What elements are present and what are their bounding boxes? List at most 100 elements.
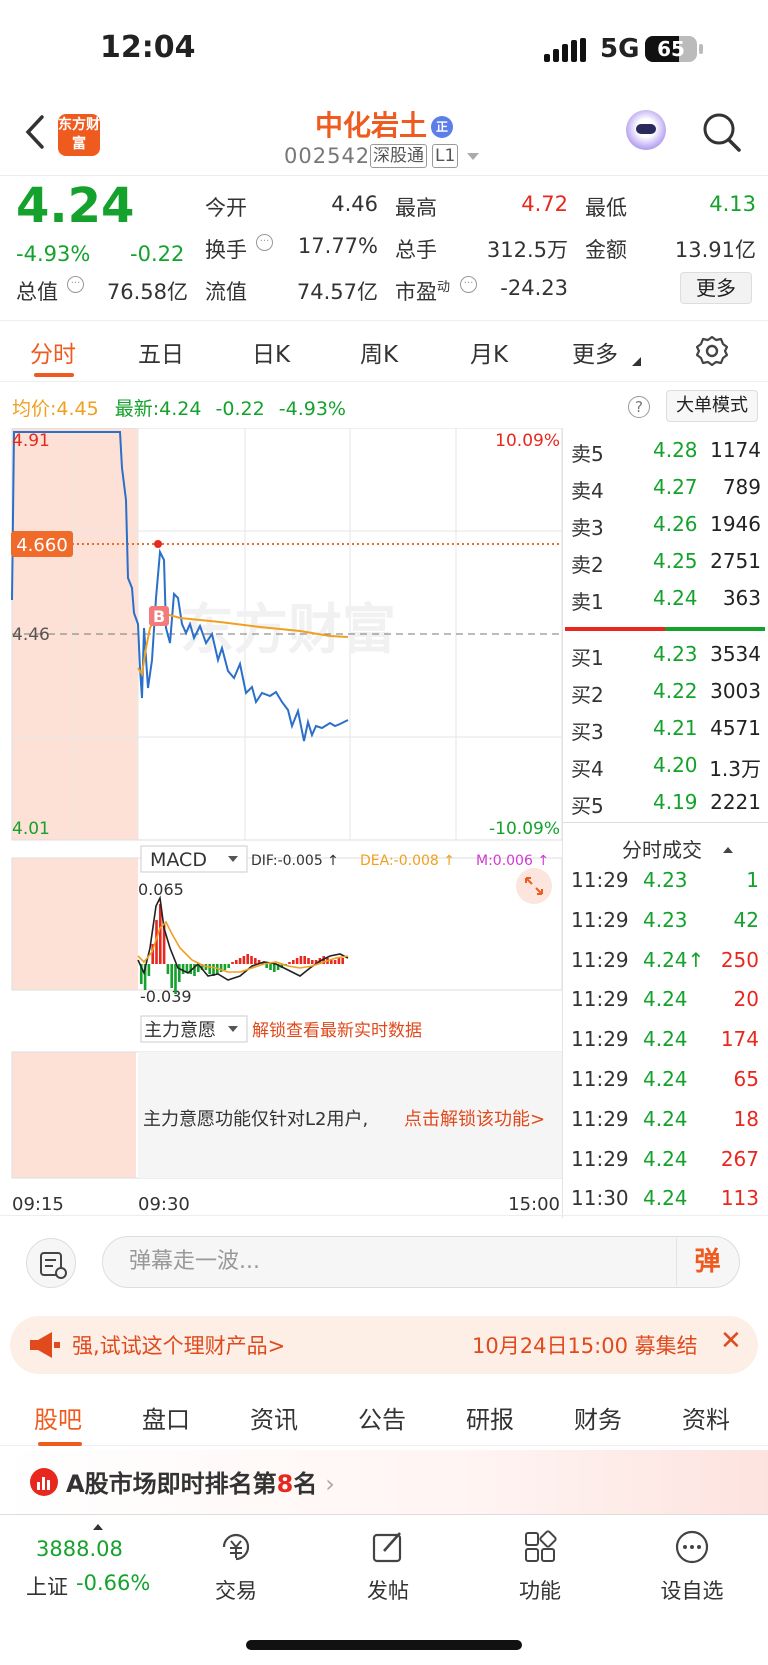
low-value: 4.13 <box>709 192 756 216</box>
danmu-send-button[interactable]: 弹 <box>676 1238 738 1286</box>
promo-banner[interactable]: 强,试试这个理财产品> 10月24日15:00 募集结 ✕ <box>10 1316 758 1374</box>
tab-more[interactable]: 更多 <box>572 335 618 369</box>
macd-bar <box>292 960 295 964</box>
trade-time: 11:29 <box>571 1067 629 1091</box>
macd-bar <box>235 960 238 964</box>
macd-bar <box>299 956 303 964</box>
tab-research[interactable]: 研报 <box>466 1400 514 1435</box>
ask-row: 卖2 4.25 2751 <box>563 549 763 579</box>
info-icon[interactable]: ··· <box>67 276 84 293</box>
tag-level: L1 <box>432 144 459 168</box>
close-icon[interactable]: ✕ <box>720 1326 742 1356</box>
trade-volume: 65 <box>733 1067 759 1091</box>
battery-level: 65 <box>657 37 685 61</box>
trade-volume: 18 <box>733 1106 759 1131</box>
bid-level: 买1 <box>571 646 604 670</box>
macd-bot-label: -0.039 <box>140 987 192 1006</box>
trade-time: 11:29 <box>571 868 629 892</box>
robot-assistant-icon[interactable] <box>626 110 666 150</box>
danmu-input[interactable]: 弹幕走一波... <box>102 1236 740 1288</box>
dropdown-icon[interactable] <box>466 152 480 162</box>
tab-intraday[interactable]: 分时 <box>30 335 76 369</box>
tab-pankou[interactable]: 盘口 <box>142 1400 190 1435</box>
search-icon[interactable] <box>702 112 742 154</box>
nav-add-watchlist-label: 设自选 <box>660 1579 724 1603</box>
more-dots-icon <box>675 1530 709 1564</box>
zl-unlock-text[interactable]: 解锁查看最新实时数据 <box>252 1021 422 1041</box>
trade-price: 4.24↑ <box>643 947 705 972</box>
tab-daily[interactable]: 日K <box>252 335 290 369</box>
macd-bar <box>265 964 268 968</box>
trade-row: 11:29 4.23 42 <box>563 908 763 938</box>
trade-time: 11:29 <box>571 1146 629 1171</box>
tab-announcements[interactable]: 公告 <box>358 1400 406 1435</box>
ask-price: 4.27 <box>653 475 698 499</box>
danmu-settings-icon[interactable] <box>26 1238 76 1288</box>
open-label: 今开 <box>205 196 247 220</box>
trade-price: 4.23 <box>643 907 688 932</box>
pct-top-label: 10.09% <box>495 431 560 451</box>
promo-text[interactable]: 强,试试这个理财产品> <box>72 1330 285 1360</box>
pe-label: 市盈动 <box>395 276 450 306</box>
settings-gear-icon[interactable] <box>696 335 728 367</box>
macd-bar <box>337 958 341 964</box>
ask-row: 卖5 4.28 1174 <box>563 438 763 468</box>
more-button[interactable]: 更多 <box>680 272 752 304</box>
trades-collapse-icon[interactable] <box>722 846 734 854</box>
zl-unlock-link[interactable]: 点击解锁该功能> <box>404 1109 545 1130</box>
rank-text: A股市场即时排名第8名 › <box>66 1464 335 1499</box>
high-label: 最高 <box>395 196 437 220</box>
macd-bar <box>288 962 291 964</box>
tab-profile[interactable]: 资料 <box>682 1400 730 1435</box>
macd-bar <box>170 964 173 988</box>
macd-label: MACD <box>150 849 207 871</box>
ask-price: 4.28 <box>653 438 698 462</box>
trades-title[interactable]: 分时成交 <box>622 834 702 863</box>
bid-row: 买2 4.22 3003 <box>563 679 763 709</box>
tab-weekly[interactable]: 周K <box>360 335 398 369</box>
avg-label: 均价: <box>12 398 57 420</box>
tab-5day[interactable]: 五日 <box>138 335 184 369</box>
amount-label: 金额 <box>585 238 627 262</box>
trade-price: 4.24 <box>643 987 688 1012</box>
ask-bid-divider-red <box>565 627 665 631</box>
low-label: 最低 <box>585 196 627 220</box>
tab-monthly[interactable]: 月K <box>470 335 508 369</box>
macd-bar <box>238 958 242 964</box>
market-rank-banner[interactable]: A股市场即时排名第8名 › <box>0 1450 768 1514</box>
trade-row: 11:30 4.24 113 <box>563 1186 763 1216</box>
bid-row: 买4 4.20 1.3万 <box>563 753 763 783</box>
time-end: 15:00 <box>508 1194 560 1215</box>
tab-finance[interactable]: 财务 <box>574 1400 622 1435</box>
trade-volume: 250 <box>720 947 759 972</box>
macd-bar <box>208 964 211 974</box>
expand-icon[interactable] <box>516 868 552 904</box>
high-value: 4.72 <box>521 192 568 216</box>
trade-row: 11:29 4.24 20 <box>563 987 763 1017</box>
info-icon[interactable]: ··· <box>256 234 273 251</box>
tab-guba[interactable]: 股吧 <box>34 1400 82 1435</box>
bid-qty: 3534 <box>710 642 761 666</box>
info-icon[interactable]: ··· <box>460 276 477 293</box>
ask-qty: 789 <box>722 475 761 499</box>
nav-functions-label: 功能 <box>519 1579 561 1603</box>
status-bar: 12:04 5G 65 <box>0 0 768 100</box>
float-value: 74.57亿 <box>296 280 378 304</box>
caret-up-icon <box>93 1524 103 1530</box>
help-icon[interactable]: ? <box>628 396 650 418</box>
ask-qty: 1946 <box>710 512 761 536</box>
time-open: 09:30 <box>138 1194 190 1215</box>
trade-price: 4.24 <box>643 1186 688 1211</box>
volume-label: 总手 <box>395 238 437 262</box>
dif-value: DIF:-0.005 ↑ <box>251 853 339 869</box>
trade-price: 4.24 <box>643 1146 688 1171</box>
trade-price: 4.23 <box>643 868 688 892</box>
trade-price: 4.24 <box>643 1067 688 1091</box>
index-value: 3888.08 <box>36 1537 123 1561</box>
macd-bar <box>178 964 181 982</box>
bid-price: 4.19 <box>653 790 698 814</box>
ask-level: 卖3 <box>571 516 604 540</box>
big-order-mode-button[interactable]: 大单模式 <box>666 390 758 422</box>
tab-news[interactable]: 资讯 <box>250 1400 298 1435</box>
intraday-chart[interactable]: 东方财富 B 4.91 4.46 4.01 10.09% -10.09% 4.6… <box>0 428 563 1218</box>
